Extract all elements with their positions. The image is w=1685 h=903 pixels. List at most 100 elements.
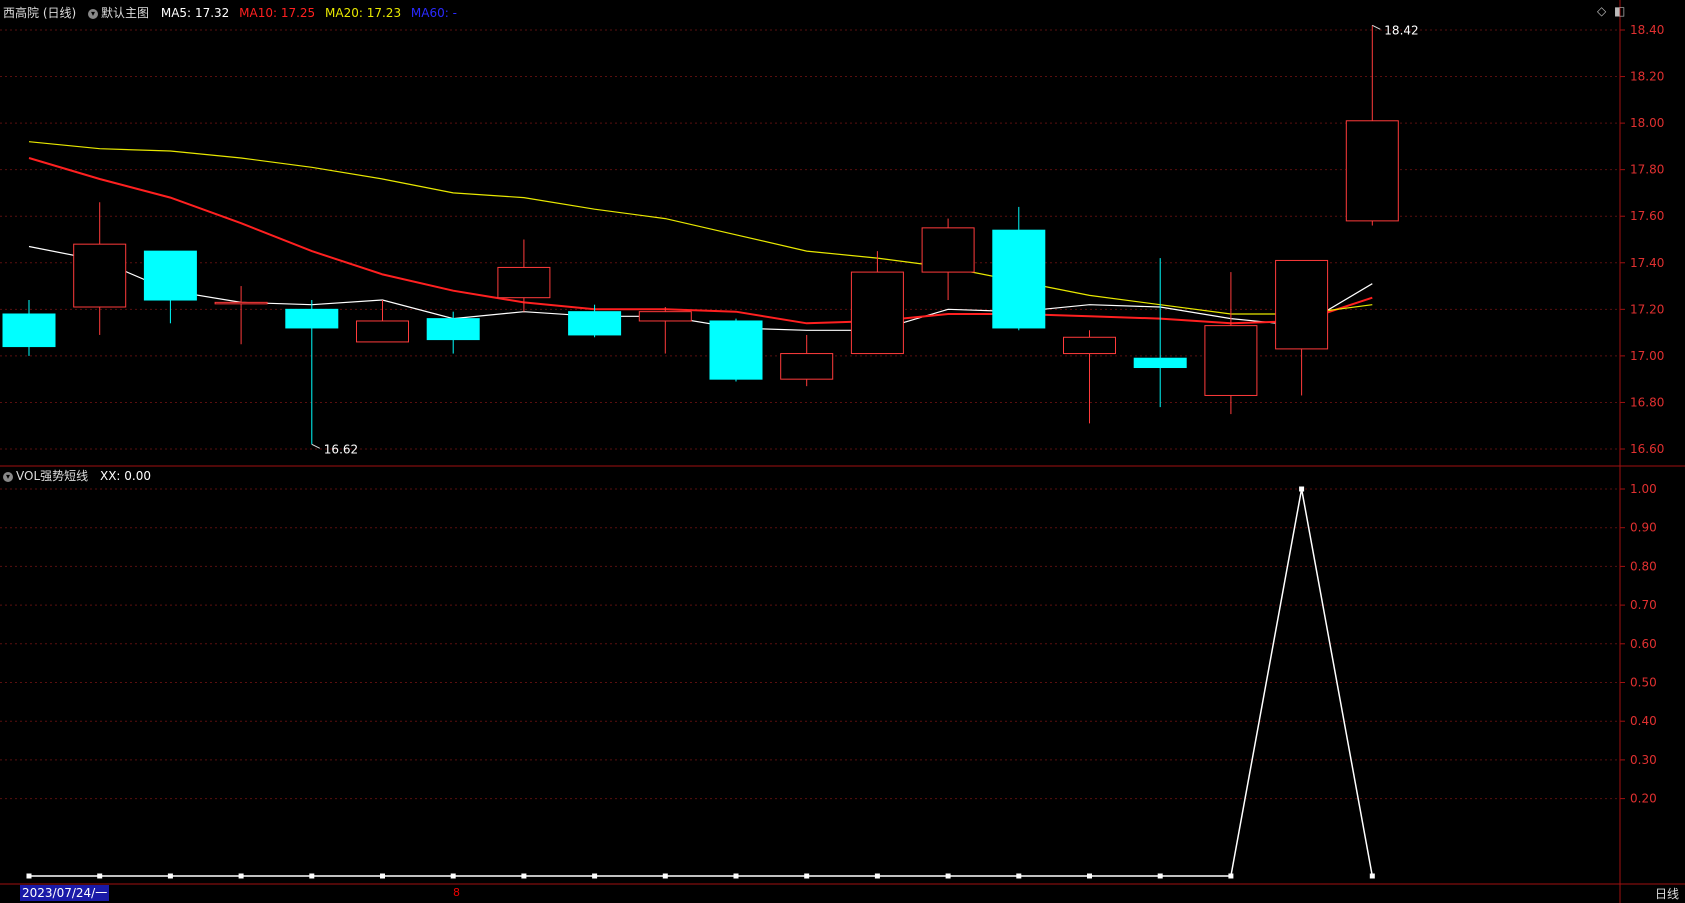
xx-point [874,873,880,879]
candle [214,286,268,345]
candle-body [638,311,692,322]
ma60-readout: MA60: - [411,6,457,20]
candle-body [1063,336,1116,355]
y-tick-label: 0.90 [1630,521,1657,535]
y-tick-label: 0.70 [1630,598,1657,612]
y-tick-label: 17.60 [1630,209,1664,223]
candle [356,300,409,343]
candle-body [356,320,409,343]
candle [921,218,975,301]
xx-point [97,873,103,879]
candle-body [568,311,622,336]
month-marker: 8 [453,886,460,899]
indicator-label[interactable]: VOL强势短线 [16,469,88,483]
candle-body [143,250,197,301]
candle-body [285,308,339,329]
ma5-line [28,245,1373,331]
y-tick-label: 0.30 [1630,753,1657,767]
y-tick-label: 18.00 [1630,116,1664,130]
chart-canvas[interactable]: 18.40 18.20 18.00 17.80 17.60 17.40 17.20 17.00… [0,0,1685,903]
candle [497,239,551,312]
candle [426,311,480,354]
candle [850,251,904,355]
candle [1204,272,1258,415]
candle-body [850,271,904,355]
y-tick-label: 17.40 [1630,256,1664,270]
candle [780,334,834,387]
candle [73,202,127,335]
diamond-icon[interactable]: ◇ [1597,4,1606,18]
candle [638,307,692,354]
candle-body [709,320,763,380]
xx-point [26,873,32,879]
ma10-readout: MA10: 17.25 [239,6,319,20]
ma10-value: 17.25 [280,6,316,20]
xx-point [945,873,951,879]
annotation-label: 16.62 [324,442,358,456]
stock-title[interactable]: 西高院 (日线) [3,6,76,20]
candle [709,318,763,382]
y-tick-label: 17.20 [1630,302,1664,316]
y-tick-label: 0.50 [1630,676,1657,690]
candle [1275,259,1329,396]
chart-header: 西高院 (日线) ▾ 默认主图 MA5: 17.32 MA10: 17.25 MA… [3,4,457,21]
candle [1345,25,1399,226]
y-tick-label: 18.40 [1630,23,1664,37]
ma20-readout: MA20: 17.23 [325,6,405,20]
xx-point [1299,486,1305,492]
y-tick-label: 18.20 [1630,70,1664,84]
y-tick-label: 17.00 [1630,349,1664,363]
candle [2,300,56,356]
candle-body [1275,259,1329,350]
chevron-down-icon[interactable]: ▾ [88,8,99,19]
period-label[interactable]: 日线 [1655,885,1679,902]
xx-point [1016,873,1022,879]
xx-point [380,873,385,879]
xx-point [450,873,456,879]
candle-body [73,243,127,308]
candle [143,250,197,324]
annotation-pointer [311,443,321,449]
y-tick-label: 0.20 [1630,792,1657,806]
ma5-readout: MA5: 17.32 [161,6,233,20]
y-tick-label: 17.80 [1630,163,1664,177]
y-tick-label: 16.80 [1630,395,1664,409]
ma20-line [28,141,1373,315]
candle-body [426,318,480,341]
candle-body [497,266,551,299]
y-tick-label: 0.80 [1630,559,1657,573]
xx-point [662,873,668,879]
candle-body [214,301,268,305]
xx-point [309,873,315,879]
main-chart-selector[interactable]: ▾ 默认主图 [88,6,153,20]
annotation-label: 18.42 [1384,23,1418,37]
xx-point [1157,873,1163,879]
y-tick-label: 0.40 [1630,714,1657,728]
subchart-header: ▾ VOL强势短线 XX: 0.00 [3,467,151,484]
xx-point [592,873,598,879]
xx-point [804,873,810,879]
y-tick-label: 16.60 [1630,442,1664,456]
xx-point [1369,873,1375,879]
xx-point [167,873,173,879]
xx-point [1087,873,1092,879]
ma20-label: MA20: [325,6,363,20]
xx-readout: XX: 0.00 [100,469,151,483]
candle [1063,330,1116,424]
xx-point [1228,873,1234,879]
candle-body [780,353,834,380]
panel-toggle-icon[interactable]: ◧ [1614,4,1625,18]
ma10-line [28,157,1373,325]
candle [1133,258,1187,408]
xx-label: XX: [99,469,121,483]
candle [285,300,339,445]
main-chart-label: 默认主图 [101,6,150,20]
candle-body [2,313,56,348]
chevron-down-icon[interactable]: ▾ [3,471,13,482]
candle-body [1204,325,1258,396]
y-tick-label: 0.60 [1630,637,1657,651]
y-tick-label: 1.00 [1630,482,1657,496]
candle [992,206,1046,331]
candle-body [921,227,975,273]
xx-value: 0.00 [124,469,151,483]
